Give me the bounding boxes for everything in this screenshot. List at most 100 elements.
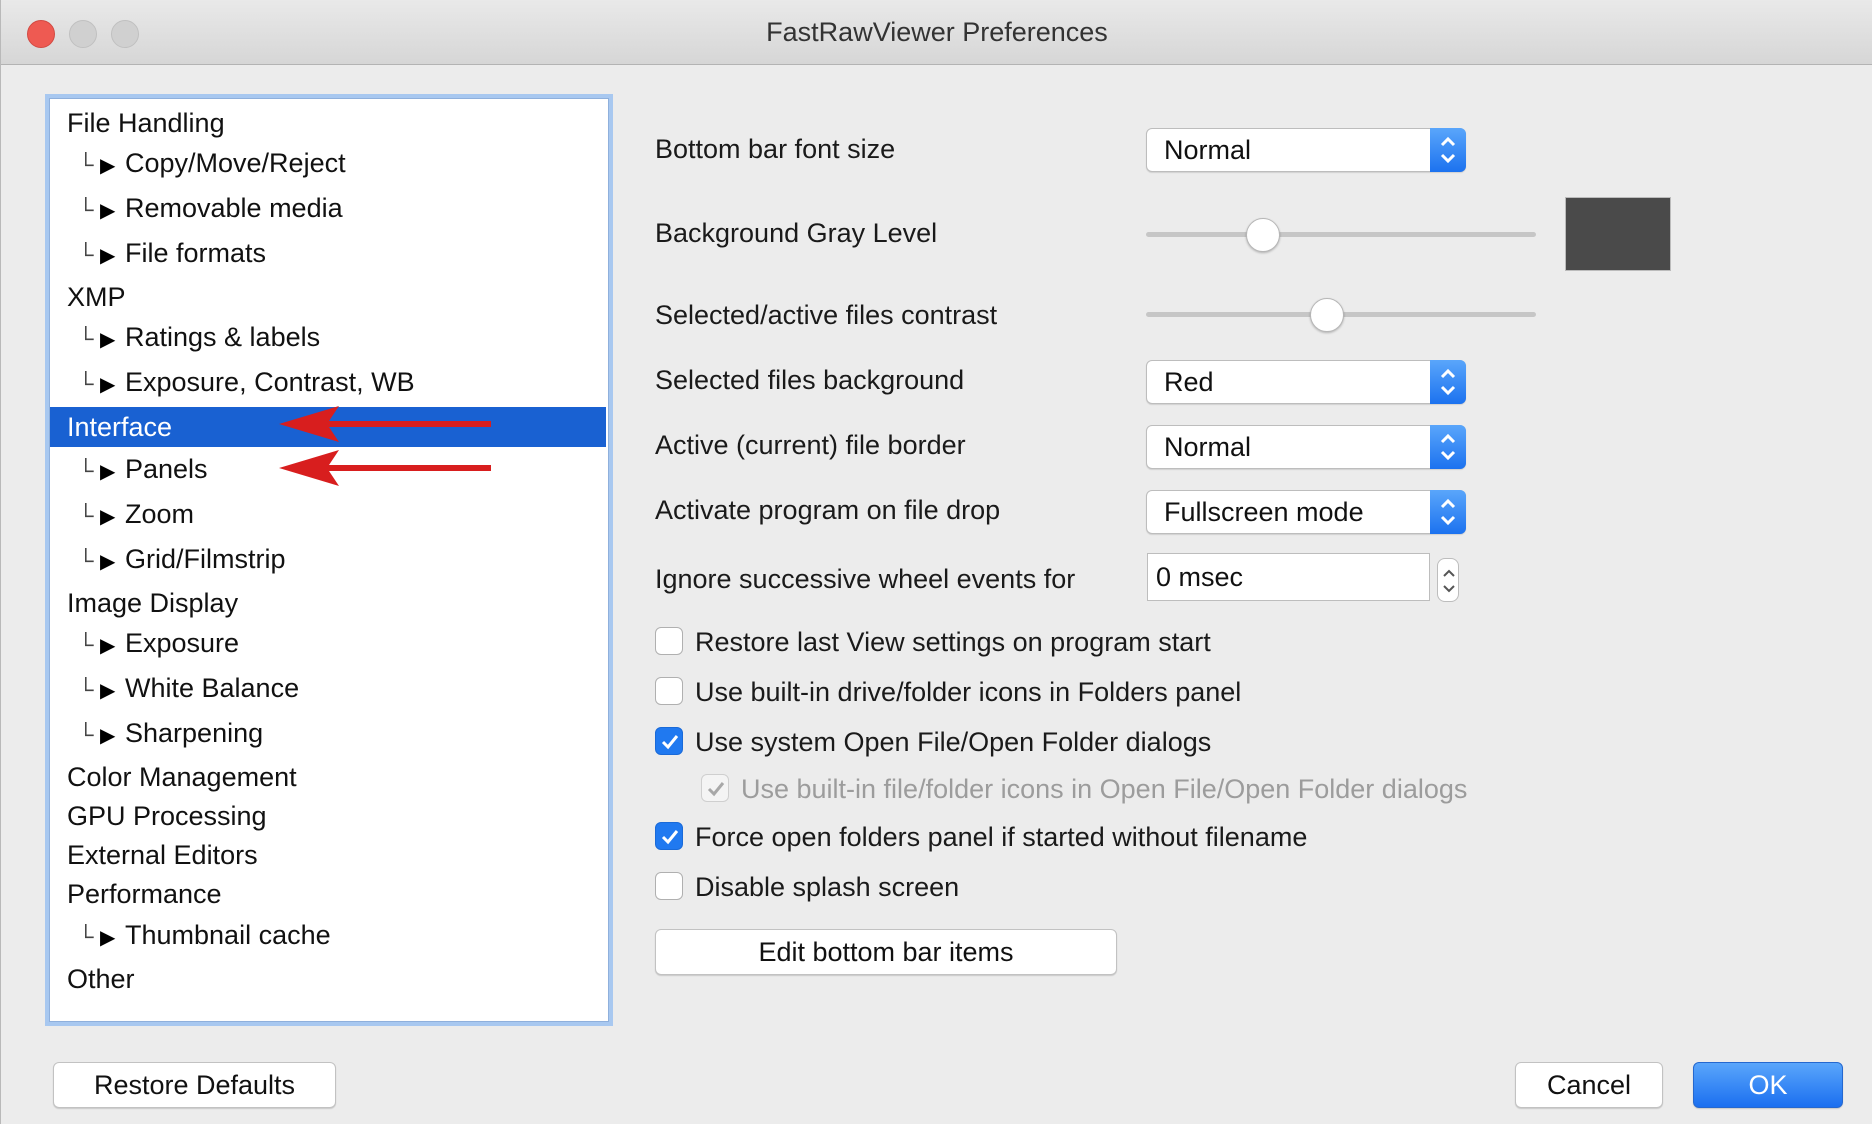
- tree-branch-icon: └: [78, 197, 94, 222]
- ignore-wheel-stepper[interactable]: [1437, 558, 1459, 602]
- nav-item-label: External Editors: [67, 840, 258, 870]
- nav-item-white-balance[interactable]: └ ▶ White Balance: [50, 668, 606, 708]
- builtin-folder-icons-checkbox[interactable]: [655, 677, 683, 705]
- nav-item-ratings-labels[interactable]: └ ▶ Ratings & labels: [50, 317, 606, 357]
- preferences-window: FastRawViewer Preferences File Handling …: [0, 0, 1872, 1124]
- nav-item-label: File Handling: [67, 108, 225, 138]
- nav-item-label: File formats: [125, 238, 267, 268]
- bottom-bar-font-size-select[interactable]: Normal: [1146, 128, 1466, 172]
- chevron-up-down-icon: [1430, 360, 1466, 404]
- tree-branch-icon: └: [78, 326, 94, 351]
- nav-item-sharpening[interactable]: └ ▶ Sharpening: [50, 713, 606, 753]
- nav-item-label: Panels: [125, 454, 208, 484]
- selected-background-label: Selected files background: [655, 365, 965, 395]
- checkbox-label: Restore last View settings on program st…: [695, 627, 1211, 657]
- nav-item-label: Copy/Move/Reject: [125, 148, 346, 178]
- nav-item-exposure-contrast-wb[interactable]: └ ▶ Exposure, Contrast, WB: [50, 362, 606, 402]
- tree-branch-icon: └: [78, 458, 94, 483]
- expand-triangle-icon: ▶: [100, 506, 116, 528]
- tree-branch-icon: └: [78, 924, 94, 949]
- expand-triangle-icon: ▶: [100, 329, 116, 351]
- force-folders-panel-checkbox[interactable]: [655, 822, 683, 850]
- select-value: Normal: [1164, 432, 1252, 462]
- system-dialogs-checkbox[interactable]: [655, 727, 683, 755]
- nav-item-xmp[interactable]: XMP: [50, 277, 606, 317]
- nav-item-removable-media[interactable]: └ ▶ Removable media: [50, 188, 606, 228]
- ok-button[interactable]: OK: [1693, 1062, 1843, 1108]
- tree-branch-icon: └: [78, 677, 94, 702]
- title-bar: FastRawViewer Preferences: [1, 0, 1872, 65]
- select-value: Red: [1164, 367, 1214, 397]
- background-gray-swatch: [1565, 197, 1671, 271]
- expand-triangle-icon: ▶: [100, 635, 116, 657]
- preferences-category-tree[interactable]: File Handling └ ▶ Copy/Move/Reject └ ▶ Remov…: [49, 98, 609, 1022]
- activate-on-drop-select[interactable]: Fullscreen mode: [1146, 490, 1466, 534]
- input-value: 0 msec: [1156, 562, 1244, 592]
- expand-triangle-icon: ▶: [100, 551, 116, 573]
- cancel-button[interactable]: Cancel: [1515, 1062, 1663, 1108]
- tree-branch-icon: └: [78, 371, 94, 396]
- active-border-select[interactable]: Normal: [1146, 425, 1466, 469]
- expand-triangle-icon: ▶: [100, 200, 116, 222]
- tree-branch-icon: └: [78, 722, 94, 747]
- nav-item-label: Sharpening: [125, 718, 264, 748]
- chevron-up-down-icon: [1430, 490, 1466, 534]
- nav-item-label: XMP: [67, 282, 126, 312]
- nav-item-label: Zoom: [125, 499, 195, 529]
- background-gray-level-slider[interactable]: [1245, 218, 1280, 252]
- background-gray-level-track[interactable]: [1146, 232, 1536, 237]
- checkmark-icon: [661, 735, 679, 750]
- nav-item-thumbnail-cache[interactable]: └ ▶ Thumbnail cache: [50, 915, 606, 955]
- nav-item-other[interactable]: Other: [50, 959, 606, 999]
- red-arrow-icon: [279, 450, 491, 486]
- nav-item-performance[interactable]: Performance: [50, 874, 606, 914]
- restore-view-checkbox[interactable]: [655, 627, 683, 655]
- ignore-wheel-input[interactable]: 0 msec: [1147, 553, 1430, 601]
- expand-triangle-icon: ▶: [100, 461, 116, 483]
- nav-item-exposure[interactable]: └ ▶ Exposure: [50, 623, 606, 663]
- nav-item-copy-move-reject[interactable]: └ ▶ Copy/Move/Reject: [50, 143, 606, 183]
- window-title: FastRawViewer Preferences: [766, 17, 1108, 47]
- chevron-up-down-icon: [1430, 128, 1466, 172]
- nav-item-zoom[interactable]: └ ▶ Zoom: [50, 494, 606, 534]
- nav-item-label: White Balance: [125, 673, 300, 703]
- nav-item-grid-filmstrip[interactable]: └ ▶ Grid/Filmstrip: [50, 539, 606, 579]
- select-value: Fullscreen mode: [1164, 497, 1364, 527]
- activate-on-drop-label: Activate program on file drop: [655, 495, 1001, 525]
- nav-item-gpu-processing[interactable]: GPU Processing: [50, 796, 606, 836]
- checkbox-label: Use system Open File/Open Folder dialogs: [695, 727, 1212, 757]
- chevron-up-down-icon: [1443, 569, 1455, 593]
- nav-item-label: Grid/Filmstrip: [125, 544, 286, 574]
- nav-item-external-editors[interactable]: External Editors: [50, 835, 606, 875]
- edit-bottom-bar-button[interactable]: Edit bottom bar items: [655, 929, 1117, 975]
- tree-branch-icon: └: [78, 632, 94, 657]
- nav-item-label: Ratings & labels: [125, 322, 321, 352]
- checkmark-icon: [707, 782, 725, 797]
- expand-triangle-icon: ▶: [100, 927, 116, 949]
- expand-triangle-icon: ▶: [100, 155, 116, 177]
- expand-triangle-icon: ▶: [100, 374, 116, 396]
- tree-branch-icon: └: [78, 242, 94, 267]
- ignore-wheel-label: Ignore successive wheel events for: [655, 564, 1076, 594]
- nav-item-file-formats[interactable]: └ ▶ File formats: [50, 233, 606, 273]
- checkmark-icon: [661, 830, 679, 845]
- selected-contrast-label: Selected/active files contrast: [655, 300, 998, 330]
- background-gray-level-label: Background Gray Level: [655, 218, 938, 248]
- nav-item-color-management[interactable]: Color Management: [50, 757, 606, 797]
- checkbox-label: Use built-in drive/folder icons in Folde…: [695, 677, 1242, 707]
- disable-splash-checkbox[interactable]: [655, 872, 683, 900]
- tree-branch-icon: └: [78, 503, 94, 528]
- nav-item-label: Exposure: [125, 628, 240, 658]
- restore-defaults-button[interactable]: Restore Defaults: [53, 1062, 336, 1108]
- nav-item-image-display[interactable]: Image Display: [50, 583, 606, 623]
- active-border-label: Active (current) file border: [655, 430, 966, 460]
- red-arrow-icon: [279, 406, 491, 442]
- nav-item-label: GPU Processing: [67, 801, 267, 831]
- nav-item-label: Exposure, Contrast, WB: [125, 367, 415, 397]
- nav-item-label: Color Management: [67, 762, 297, 792]
- selected-background-select[interactable]: Red: [1146, 360, 1466, 404]
- tree-branch-icon: └: [78, 152, 94, 177]
- nav-item-file-handling[interactable]: File Handling: [50, 103, 606, 143]
- selected-contrast-slider[interactable]: [1309, 298, 1344, 332]
- nav-item-label: Removable media: [125, 193, 343, 223]
